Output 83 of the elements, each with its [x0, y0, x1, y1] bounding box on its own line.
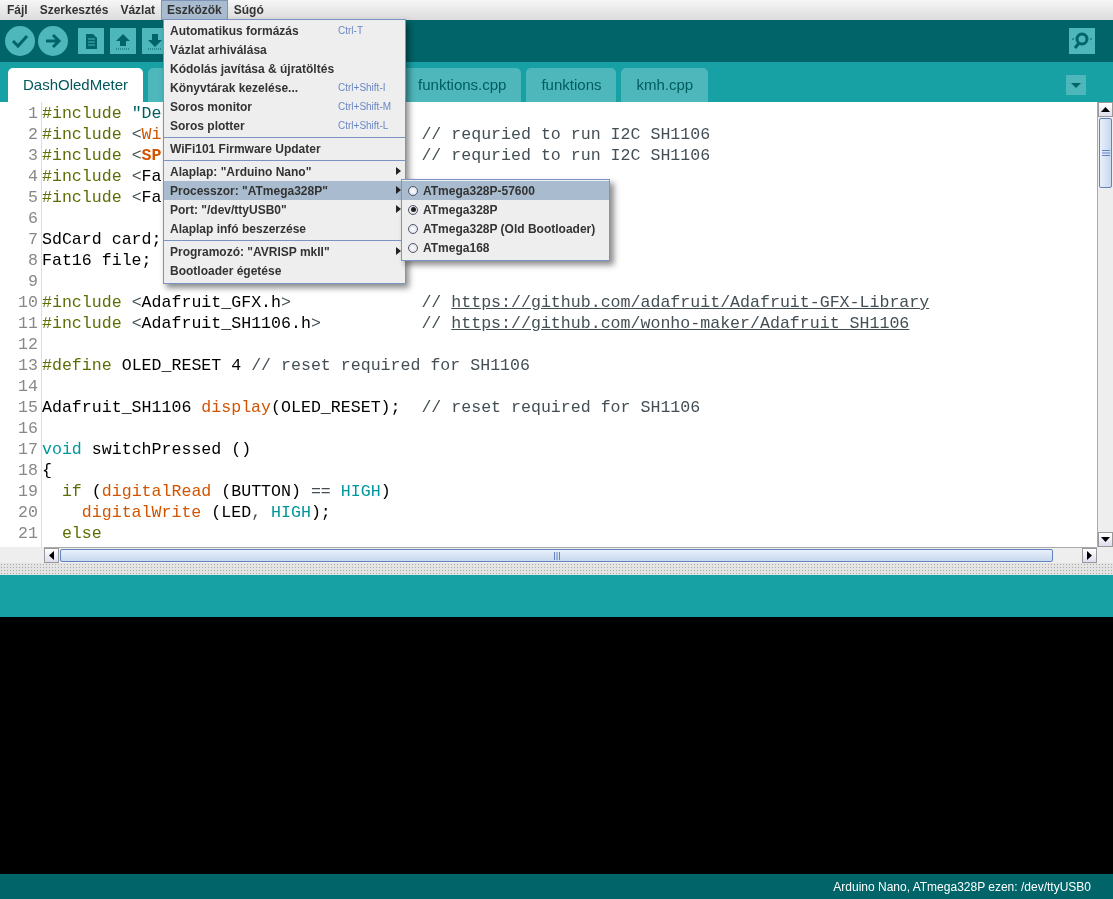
menu-item[interactable]: WiFi101 Firmware Updater [164, 139, 405, 158]
line-number: 5 [27, 187, 39, 208]
radio-menu-item[interactable]: ATmega328P (Old Bootloader) [402, 219, 609, 238]
line-number: 21 [17, 523, 39, 544]
code-comment: // https://github.com/wonho-maker/Adafruit_SH1106 [421, 313, 910, 334]
code-line: #include <Fa [42, 166, 162, 187]
code-comment: // requried to run I2C SH1106 [421, 124, 711, 145]
verify-button[interactable] [5, 26, 35, 56]
menu-bar-item[interactable]: Fájl [1, 0, 34, 20]
scroll-up-button[interactable] [1098, 102, 1113, 117]
scroll-down-button[interactable] [1098, 532, 1113, 547]
code-comment: // reset required for SH1106 [421, 397, 701, 418]
menu-item[interactable]: Soros plotter Ctrl+Shift-L [164, 116, 405, 135]
code-comment: // requried to run I2C SH1106 [421, 145, 711, 166]
scroll-left-button[interactable] [44, 548, 59, 563]
scrollbar-thumb[interactable] [1099, 118, 1112, 188]
shortcut-text: Ctrl+Shift-L [338, 119, 389, 133]
menu-item[interactable]: Soros monitor Ctrl+Shift-M [164, 97, 405, 116]
shortcut-text: Ctrl-T [338, 24, 363, 38]
menu-item[interactable]: Automatikus formázás Ctrl-T [164, 21, 405, 40]
menu-bar-item[interactable]: Súgó [227, 0, 270, 20]
line-number: 8 [27, 250, 39, 271]
code-line: #include <Fa [42, 187, 162, 208]
line-number: 19 [17, 481, 39, 502]
line-number: 4 [27, 166, 39, 187]
line-number: 13 [17, 355, 39, 376]
line-number: 1 [27, 103, 39, 124]
line-number: 9 [27, 271, 39, 292]
menu-item[interactable]: Vázlat arhiválása [164, 40, 405, 59]
line-number: 16 [17, 418, 39, 439]
code-line: digitalWrite (LED, HIGH); [80, 502, 331, 523]
radio-menu-item[interactable]: ATmega168 [402, 238, 609, 257]
radio-menu-item[interactable]: ATmega328P [402, 200, 609, 219]
code-line: else [60, 523, 102, 544]
code-line: #include <SP [42, 145, 162, 166]
line-number: 7 [27, 229, 39, 250]
code-comment: // https://github.com/adafruit/Adafruit-GFX-Library [421, 292, 930, 313]
menu-item[interactable]: Könyvtárak kezelése... Ctrl+Shift-I [164, 78, 405, 97]
line-number: 11 [17, 313, 39, 334]
code-line: Adafruit_SH1106 display(OLED_RESET); [42, 397, 401, 418]
line-number: 17 [17, 439, 39, 460]
code-line: { [42, 460, 52, 481]
scrollbar-thumb[interactable] [60, 549, 1053, 562]
menu-item[interactable]: Alaplap infó beszerzése [164, 219, 405, 238]
tab-menu-button[interactable] [1066, 72, 1086, 96]
line-number: 14 [17, 376, 39, 397]
arrow-up-icon [1101, 107, 1110, 112]
scroll-right-button[interactable] [1082, 548, 1097, 563]
upload-button[interactable] [38, 26, 68, 56]
serial-monitor-button[interactable] [1069, 28, 1095, 54]
shortcut-text: Ctrl+Shift-M [338, 100, 392, 114]
code-line: Fat16 file; [42, 250, 152, 271]
radio-menu-item[interactable]: ATmega328P-57600 [402, 181, 609, 200]
file-tab[interactable]: DashOledMeter [8, 68, 144, 102]
menu-bar-item[interactable]: Vázlat [114, 0, 162, 20]
open-button[interactable] [110, 28, 136, 54]
splitter-handle[interactable] [0, 563, 1113, 575]
arrow-right-icon [1087, 551, 1092, 560]
line-number: 15 [17, 397, 39, 418]
code-line: void switchPressed () [42, 439, 252, 460]
menu-item[interactable]: Kódolás javítása & újratöltés [164, 59, 405, 78]
code-line: #include <Adafruit_GFX.h> [42, 292, 291, 313]
menu-item[interactable]: Bootloader égetése [164, 261, 405, 280]
code-line: #define OLED_RESET 4 // reset required for SH1106 [42, 355, 530, 376]
line-number: 6 [27, 208, 39, 229]
status-text: Arduino Nano, ATmega328P ezen: /dev/ttyUSB0 [833, 878, 1091, 896]
menu-bar-item[interactable]: Szerkesztés [33, 0, 115, 20]
line-number: 18 [17, 460, 39, 481]
code-line: if (digitalRead (BUTTON) == HIGH) [60, 481, 391, 502]
line-number: 2 [27, 124, 39, 145]
code-line: #include <Wi [42, 124, 162, 145]
line-number: 10 [17, 292, 39, 313]
line-number: 20 [17, 502, 39, 523]
menu-bar-item[interactable]: Eszközök [161, 0, 228, 20]
code-line: SdCard card; [42, 229, 162, 250]
arrow-left-icon [49, 551, 54, 560]
code-line: #include <Adafruit_SH1106.h> [42, 313, 321, 334]
arrow-down-icon [1101, 537, 1110, 542]
line-number: 3 [27, 145, 39, 166]
line-number: 12 [17, 334, 39, 355]
new-button[interactable] [78, 28, 104, 54]
code-line: #include "De [42, 103, 162, 124]
shortcut-text: Ctrl+Shift-I [338, 81, 386, 95]
